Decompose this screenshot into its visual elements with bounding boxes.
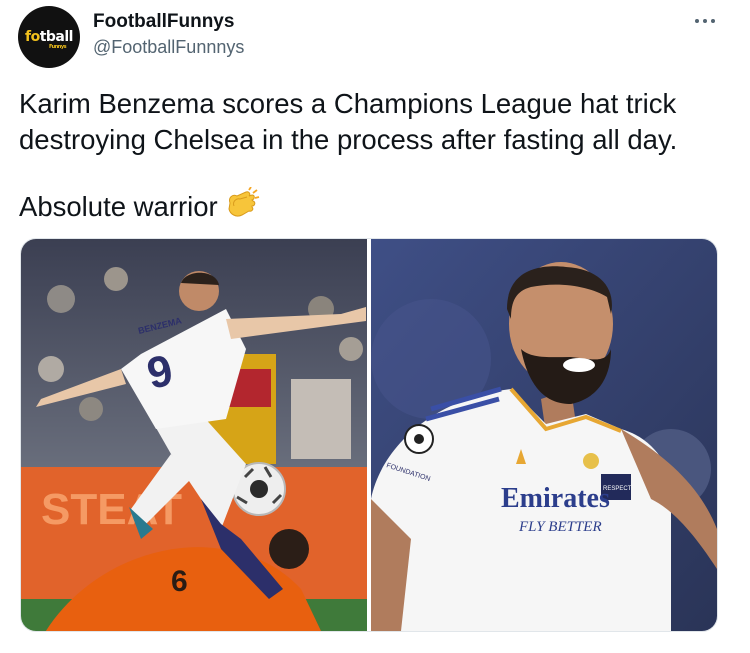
more-horizontal-icon[interactable] xyxy=(694,8,716,31)
sponsor-tagline: FLY BETTER xyxy=(518,519,602,535)
display-name[interactable]: FootballFunnys xyxy=(93,11,234,33)
tweet-text-tagline: Absolute warrior xyxy=(19,186,260,230)
sponsor-text: Emirates xyxy=(501,483,610,514)
avatar[interactable]: fotball Funnys xyxy=(18,6,80,68)
tweet-text: Karim Benzema scores a Champions League … xyxy=(19,86,719,158)
tweet-text-line: destroying Chelsea in the process after … xyxy=(19,124,678,155)
clapping-hands-emoji xyxy=(224,186,260,230)
avatar-logo: fotball Funnys xyxy=(25,29,73,50)
tweet-text-line: Karim Benzema scores a Champions League … xyxy=(19,88,677,119)
account-handle[interactable]: @FootballFunnnys xyxy=(93,37,244,58)
photo-goal-celebration[interactable]: STEAT 6 9 BENZEMA xyxy=(21,239,367,631)
tweet-card: fotball Funnys FootballFunnys @FootballFu… xyxy=(0,0,750,653)
photo-benzema-smiling[interactable]: RESPECT FOUNDATION Emirates FLY BETTER xyxy=(371,239,717,631)
tweet-text-line: Absolute warrior xyxy=(19,190,218,222)
opponent-number: 6 xyxy=(171,565,188,598)
tweet-media[interactable]: STEAT 6 9 BENZEMA RESPECT FOUNDATION Emi… xyxy=(20,238,718,632)
